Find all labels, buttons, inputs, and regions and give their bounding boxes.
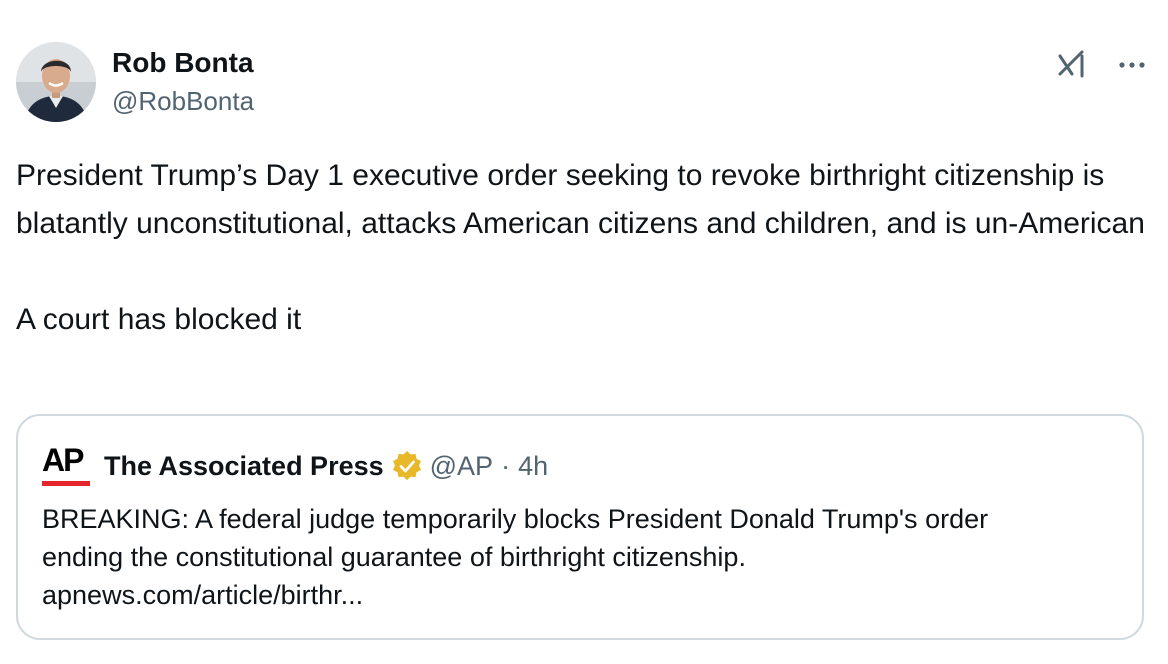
quoted-tweet-card[interactable]: AP The Associated Press @AP · 4h BREAKIN… <box>16 414 1144 640</box>
grok-icon[interactable] <box>1056 48 1090 82</box>
quoted-timestamp[interactable]: 4h <box>518 451 548 482</box>
quoted-link[interactable]: apnews.com/article/birthr... <box>42 576 1122 614</box>
quoted-text-line: ending the constitutional guarantee of b… <box>42 542 746 572</box>
more-icon[interactable] <box>1116 49 1148 81</box>
tweet-header: Rob Bonta @RobBonta <box>16 42 1148 124</box>
meta-separator: · <box>501 450 511 481</box>
avatar[interactable] <box>16 42 96 122</box>
author-handle[interactable]: @RobBonta <box>112 84 254 118</box>
quoted-text-line: BREAKING: A federal judge temporarily bl… <box>42 504 989 534</box>
quoted-handle[interactable]: @AP <box>430 451 493 482</box>
tweet-text: President Trump’s Day 1 executive order … <box>16 159 1145 336</box>
ap-logo: AP <box>42 443 92 489</box>
quoted-tweet-text: BREAKING: A federal judge temporarily bl… <box>42 500 1122 614</box>
quoted-tweet-header: AP The Associated Press @AP · 4h <box>42 443 548 486</box>
ap-logo-text: AP <box>42 442 84 478</box>
quoted-display-name[interactable]: The Associated Press <box>104 451 384 482</box>
author-display-name[interactable]: Rob Bonta <box>112 46 254 80</box>
ap-logo-underline <box>42 481 90 486</box>
verified-badge-icon <box>392 451 421 481</box>
